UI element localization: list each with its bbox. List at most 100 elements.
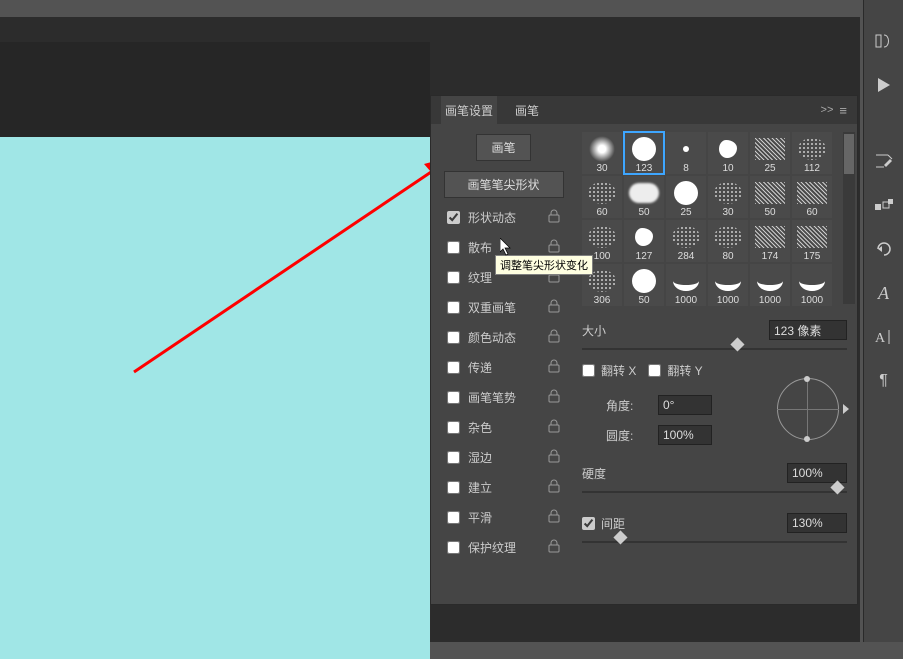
angle-input[interactable] [658,395,712,415]
brush-thumbnail[interactable]: 30 [582,132,622,174]
brush-thumbnail[interactable]: 30 [708,176,748,218]
option-noise[interactable]: 杂色 [437,412,570,442]
brush-thumbnail[interactable]: 10 [708,132,748,174]
brush-edit-icon[interactable] [873,150,895,172]
spacing-checkbox[interactable]: 间距 [582,515,625,532]
brush-thumbnail[interactable]: 1000 [666,264,706,306]
brush-preset-button[interactable]: 画笔 [476,134,530,161]
flip-y-checkbox[interactable]: 翻转 Y [648,362,702,379]
option-pose[interactable]: 画笔笔势 [437,382,570,412]
brush-thumbnail[interactable]: 25 [750,132,790,174]
lock-icon[interactable] [548,209,562,225]
brush-thumbnail[interactable]: 174 [750,220,790,262]
option-wet_edges[interactable]: 湿边 [437,442,570,472]
hardness-label: 硬度 [582,465,626,482]
brush-size-label: 175 [804,251,821,262]
brush-size-label: 60 [596,207,607,218]
brush-thumbnail[interactable]: 60 [582,176,622,218]
option-checkbox-smoothing[interactable] [447,511,460,524]
option-checkbox-protect_texture[interactable] [447,541,460,554]
swatches-icon[interactable] [873,194,895,216]
tab-brushes[interactable]: 画笔 [511,96,543,125]
document-canvas[interactable] [0,137,430,659]
history-icon[interactable] [873,30,895,52]
option-dual_brush[interactable]: 双重画笔 [437,292,570,322]
lock-icon[interactable] [548,329,562,345]
lock-icon[interactable] [548,509,562,525]
option-checkbox-pose[interactable] [447,391,460,404]
flip-x-checkbox[interactable]: 翻转 X [582,362,636,379]
option-checkbox-noise[interactable] [447,421,460,434]
spacing-slider[interactable] [582,535,847,549]
undo-icon[interactable] [873,238,895,260]
brush-size-label: 30 [722,207,733,218]
option-checkbox-build_up[interactable] [447,481,460,494]
option-checkbox-texture[interactable] [447,271,460,284]
size-slider[interactable] [582,342,847,356]
lock-icon[interactable] [548,449,562,465]
brush-size-label: 1000 [759,295,781,306]
brush-thumbnail[interactable]: 60 [792,176,832,218]
lock-icon[interactable] [548,359,562,375]
roundness-input[interactable] [658,425,712,445]
option-shape_dynamics[interactable]: 形状动态 [437,202,570,232]
brush-thumbnail[interactable]: 1000 [792,264,832,306]
paragraph-icon[interactable]: ¶ [873,370,895,392]
option-checkbox-wet_edges[interactable] [447,451,460,464]
option-checkbox-dual_brush[interactable] [447,301,460,314]
brush-size-label: 174 [762,251,779,262]
option-build_up[interactable]: 建立 [437,472,570,502]
brush-size-label: 8 [683,163,689,174]
brush-thumbnail[interactable]: 8 [666,132,706,174]
lock-icon[interactable] [548,539,562,555]
option-checkbox-shape_dynamics[interactable] [447,211,460,224]
brush-size-label: 127 [636,251,653,262]
glyphs-icon[interactable]: A [873,282,895,304]
option-checkbox-scattering[interactable] [447,241,460,254]
option-color_dynamics[interactable]: 颜色动态 [437,322,570,352]
brush-thumbnail[interactable]: 127 [624,220,664,262]
spacing-input[interactable] [787,513,847,533]
lock-icon[interactable] [548,389,562,405]
lock-icon[interactable] [548,239,562,255]
option-checkbox-color_dynamics[interactable] [447,331,460,344]
thumbnail-scrollbar[interactable] [843,132,855,304]
brush-thumbnail[interactable]: 50 [624,176,664,218]
brush-thumbnail[interactable]: 1000 [750,264,790,306]
option-label: 传递 [468,359,548,376]
option-label: 形状动态 [468,209,548,226]
character-panel-icon[interactable]: A [873,326,895,348]
brush-thumbnail[interactable]: 1000 [708,264,748,306]
brush-thumbnail[interactable]: 50 [750,176,790,218]
angle-control[interactable] [771,372,847,448]
lock-icon[interactable] [548,479,562,495]
brush-size-label: 50 [764,207,775,218]
hardness-slider[interactable] [582,485,847,499]
brush-size-label: 284 [678,251,695,262]
brush-size-label: 100 [594,251,611,262]
option-smoothing[interactable]: 平滑 [437,502,570,532]
option-transfer[interactable]: 传递 [437,352,570,382]
brush-thumbnail[interactable]: 284 [666,220,706,262]
brush-thumbnail[interactable]: 175 [792,220,832,262]
svg-text:A: A [875,331,886,346]
brush-thumbnail[interactable]: 25 [666,176,706,218]
option-checkbox-transfer[interactable] [447,361,460,374]
option-label: 建立 [468,479,548,496]
brush-size-label: 1000 [675,295,697,306]
lock-icon[interactable] [548,419,562,435]
panel-collapse-icon[interactable]: >> [821,104,834,116]
brush-thumbnail[interactable]: 112 [792,132,832,174]
brush-tip-shape-button[interactable]: 画笔笔尖形状 [444,171,564,198]
brush-thumbnail[interactable]: 123 [624,132,664,174]
brush-thumbnail[interactable]: 50 [624,264,664,306]
brush-size-label: 50 [638,295,649,306]
tab-brush-settings[interactable]: 画笔设置 [441,96,497,125]
option-protect_texture[interactable]: 保护纹理 [437,532,570,562]
brush-thumbnail[interactable]: 80 [708,220,748,262]
panel-menu-icon[interactable]: ≡ [839,103,847,118]
play-icon[interactable] [873,74,895,96]
brush-size-label: 60 [806,207,817,218]
lock-icon[interactable] [548,299,562,315]
size-input[interactable] [769,320,847,340]
